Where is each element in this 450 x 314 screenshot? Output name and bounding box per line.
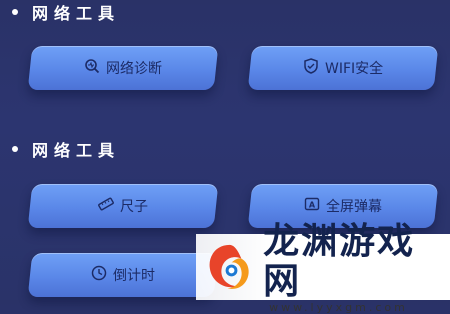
watermark-url: www.lyyxgm.com xyxy=(269,300,408,314)
section-title-text: 网络工具 xyxy=(32,141,121,160)
diagnose-icon xyxy=(84,58,100,78)
section-title-2: 网络工具 xyxy=(12,137,120,161)
wifi-security-button[interactable]: WIFI安全 xyxy=(247,46,439,90)
danmaku-icon: A xyxy=(304,196,320,216)
section-title-text: 网络工具 xyxy=(32,4,121,23)
clock-icon xyxy=(91,265,107,285)
dragon-logo-icon xyxy=(202,239,257,295)
network-diagnose-button[interactable]: 网络诊断 xyxy=(27,46,219,90)
svg-text:A: A xyxy=(309,201,316,210)
button-label: WIFI安全 xyxy=(324,61,384,77)
watermark-title: 龙渊游戏网 xyxy=(263,219,416,302)
bullet-dot xyxy=(12,9,18,15)
button-label: 倒计时 xyxy=(113,268,155,284)
button-label: 网络诊断 xyxy=(106,61,162,77)
bullet-dot xyxy=(12,146,18,152)
button-label: 全屏弹幕 xyxy=(326,199,382,215)
watermark: 龙渊游戏网 www.lyyxgm.com xyxy=(196,221,450,314)
ruler-icon xyxy=(98,196,114,216)
countdown-button[interactable]: 倒计时 xyxy=(27,253,219,297)
button-label: 尺子 xyxy=(120,199,148,215)
ruler-button[interactable]: 尺子 xyxy=(27,184,219,228)
shield-icon xyxy=(303,58,319,78)
section-title-1: 网络工具 xyxy=(12,0,120,24)
